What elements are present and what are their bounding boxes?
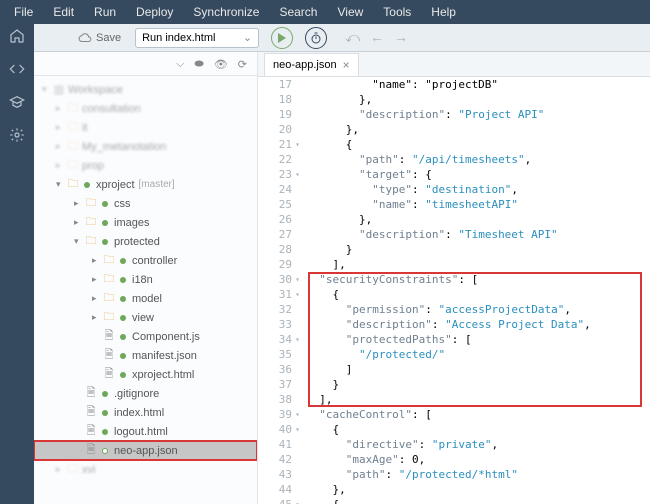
save-label: Save — [96, 32, 121, 44]
sidebar: Save Run index.html ⌄ ⤺ ← → ⌵ ⬬ 👁 ⟳ ▾▥Wo… — [34, 24, 258, 504]
menu-help[interactable]: Help — [421, 1, 466, 23]
menu-bar: FileEditRunDeploySynchronizeSearchViewTo… — [0, 0, 650, 24]
git-dot-icon — [102, 220, 108, 226]
grad-icon[interactable] — [9, 94, 25, 113]
tree-file-manifest[interactable]: 🗎manifest.json — [34, 346, 257, 365]
tree-file-indexhtml[interactable]: 🗎index.html — [34, 403, 257, 422]
git-dot-icon — [102, 448, 108, 454]
tree-file-gitignore[interactable]: 🗎.gitignore — [34, 384, 257, 403]
tree-toolbar: ⌵ ⬬ 👁 ⟳ — [34, 52, 257, 76]
cloud-icon — [78, 31, 92, 45]
menu-search[interactable]: Search — [269, 1, 327, 23]
tree-item[interactable]: ▸🗀prop — [34, 156, 257, 175]
menu-run[interactable]: Run — [84, 1, 126, 23]
gutter: 1718192021▾2223▾24252627282930▾31▾323334… — [258, 77, 296, 504]
tree-file-xprojecthtml[interactable]: 🗎xproject.html — [34, 365, 257, 384]
workspace-root[interactable]: ▾▥Workspace — [34, 80, 257, 99]
git-dot-icon — [84, 182, 90, 188]
tree-folder-protected[interactable]: ▾🗀protected — [34, 232, 257, 251]
tree-file-componentjs[interactable]: 🗎Component.js — [34, 327, 257, 346]
highlight-box — [308, 272, 642, 407]
file-tree: ▾▥Workspace ▸🗀consultation ▸🗀it ▸🗀My_met… — [34, 76, 257, 504]
toolbar: Save Run index.html ⌄ ⤺ ← → — [34, 24, 650, 52]
tab-bar: neo-app.json × — [258, 52, 650, 77]
nav-back-branch-icon[interactable]: ⤺ — [345, 29, 360, 46]
git-dot-icon — [102, 391, 108, 397]
tree-folder-css[interactable]: ▸🗀css — [34, 194, 257, 213]
menu-tools[interactable]: Tools — [373, 1, 421, 23]
tree-folder-view[interactable]: ▸🗀view — [34, 308, 257, 327]
tree-file-logouthtml[interactable]: 🗎logout.html — [34, 422, 257, 441]
run-config-label: Run index.html — [142, 32, 215, 44]
tree-file-neoapp[interactable]: 🗎neo-app.json — [34, 441, 257, 460]
git-dot-icon — [102, 239, 108, 245]
git-dot-icon — [120, 334, 126, 340]
tree-folder-i18n[interactable]: ▸🗀i18n — [34, 270, 257, 289]
activity-bar — [0, 24, 34, 504]
nav-back-icon[interactable]: ← — [370, 29, 384, 46]
nav-fwd-icon[interactable]: → — [394, 29, 408, 46]
git-dot-icon — [120, 353, 126, 359]
menu-synchronize[interactable]: Synchronize — [183, 1, 269, 23]
git-dot-icon — [120, 277, 126, 283]
menu-edit[interactable]: Edit — [43, 1, 84, 23]
git-dot-icon — [102, 429, 108, 435]
tree-folder-model[interactable]: ▸🗀model — [34, 289, 257, 308]
editor-area: neo-app.json × 1718192021▾2223▾242526272… — [258, 24, 650, 504]
play-icon — [277, 33, 287, 43]
run-config-select[interactable]: Run index.html ⌄ — [135, 28, 259, 48]
collapse-icon[interactable]: ⌵ — [176, 58, 184, 71]
git-dot-icon — [102, 410, 108, 416]
git-dot-icon — [120, 315, 126, 321]
tab-label: neo-app.json — [273, 59, 337, 71]
chevron-down-icon: ⌄ — [243, 31, 252, 44]
gear-icon[interactable] — [9, 127, 25, 146]
save-button[interactable]: Save — [70, 29, 129, 47]
run-button[interactable] — [271, 27, 293, 49]
branch-label: [master] — [139, 179, 175, 190]
git-dot-icon — [120, 372, 126, 378]
stopwatch-icon — [310, 32, 322, 44]
git-dot-icon — [120, 258, 126, 264]
menu-deploy[interactable]: Deploy — [126, 1, 183, 23]
tree-item[interactable]: ▸🗀My_metanotation — [34, 137, 257, 156]
eye-icon[interactable]: 👁 — [214, 58, 228, 71]
nav-arrows: ⤺ ← → — [345, 29, 408, 46]
tree-folder-xproject[interactable]: ▾🗀xproject[master] — [34, 175, 257, 194]
tree-folder-images[interactable]: ▸🗀images — [34, 213, 257, 232]
tree-item[interactable]: ▸🗀it — [34, 118, 257, 137]
code-icon[interactable] — [9, 61, 25, 80]
tab-neoapp[interactable]: neo-app.json × — [264, 53, 359, 76]
git-dot-icon — [102, 201, 108, 207]
tree-folder-controller[interactable]: ▸🗀controller — [34, 251, 257, 270]
close-icon[interactable]: × — [343, 58, 350, 72]
link-icon[interactable]: ⬬ — [194, 58, 203, 71]
debug-button[interactable] — [305, 27, 327, 49]
tree-item[interactable]: ▸🗀xvi — [34, 460, 257, 479]
home-icon[interactable] — [9, 28, 25, 47]
tree-item[interactable]: ▸🗀consultation — [34, 99, 257, 118]
menu-file[interactable]: File — [4, 1, 43, 23]
menu-view[interactable]: View — [327, 1, 373, 23]
git-dot-icon — [120, 296, 126, 302]
refresh-icon[interactable]: ⟳ — [238, 58, 247, 71]
code-editor[interactable]: 1718192021▾2223▾24252627282930▾31▾323334… — [258, 77, 650, 504]
